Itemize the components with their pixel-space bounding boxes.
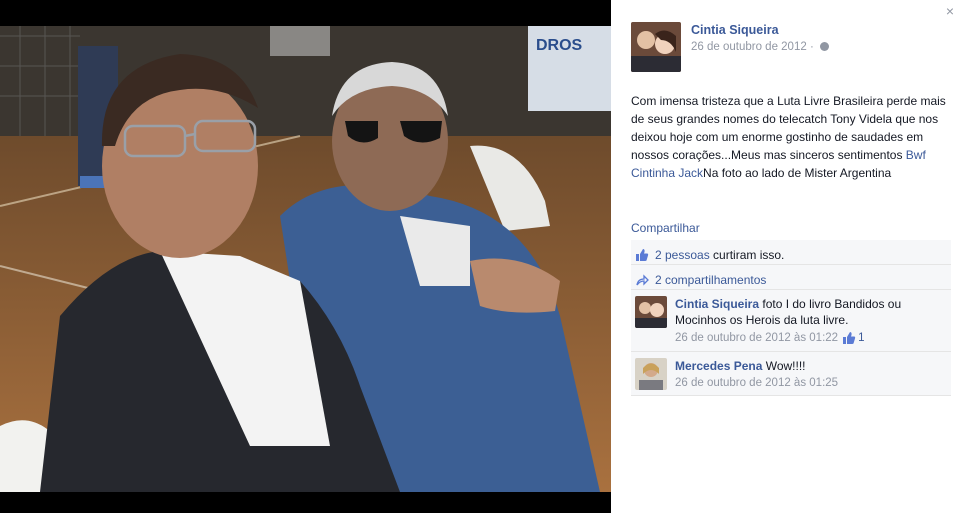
- likes-row: 2 pessoas curtiram isso.: [631, 240, 951, 265]
- thumbs-up-icon: [843, 332, 856, 344]
- comment-author[interactable]: Mercedes Pena: [675, 359, 762, 373]
- post-date[interactable]: 26 de outubro de 2012: [691, 41, 807, 53]
- share-link[interactable]: Compartilhar: [631, 221, 700, 235]
- comment-avatar[interactable]: [635, 296, 667, 328]
- meta-separator: ·: [809, 41, 814, 53]
- comment-avatar[interactable]: [635, 358, 667, 390]
- post-meta: 26 de outubro de 2012 ·: [691, 41, 829, 53]
- comment-likes-count: 1: [858, 332, 865, 344]
- likes-count-link[interactable]: 2 pessoas: [655, 248, 710, 262]
- comment-timestamp[interactable]: 26 de outubro de 2012 às 01:25: [675, 377, 838, 389]
- post-header: Cintia Siqueira 26 de outubro de 2012 ·: [631, 22, 951, 72]
- shares-count-link[interactable]: 2 compartilhamentos: [655, 273, 766, 287]
- post-text-after-tag: Na foto ao lado de Mister Argentina: [703, 166, 892, 180]
- comment-timestamp[interactable]: 26 de outubro de 2012 às 01:22: [675, 332, 838, 344]
- photo-illustration: DROS: [0, 26, 611, 492]
- author-avatar[interactable]: [631, 22, 681, 72]
- globe-icon[interactable]: [820, 42, 829, 51]
- comment-item: Cintia Siqueira foto I do livro Bandidos…: [631, 290, 951, 352]
- comment-author[interactable]: Cintia Siqueira: [675, 297, 759, 311]
- post-photo[interactable]: DROS: [0, 26, 611, 492]
- post-message: Com imensa tristeza que a Luta Livre Bra…: [631, 92, 956, 182]
- thumbs-up-icon: [636, 248, 649, 261]
- banner-text: DROS: [536, 37, 583, 54]
- author-name[interactable]: Cintia Siqueira: [691, 23, 779, 37]
- post-side-panel: × Cintia Siqueira 26 de outubro de 2012 …: [611, 0, 965, 513]
- post-text-before-tag: Com imensa tristeza que a Luta Livre Bra…: [631, 94, 946, 162]
- likes-suffix: curtiram isso.: [709, 247, 785, 262]
- close-icon[interactable]: ×: [943, 4, 957, 18]
- feedback-box: 2 pessoas curtiram isso. 2 compartilhame…: [631, 240, 951, 396]
- shares-row: 2 compartilhamentos: [631, 265, 951, 290]
- share-arrow-icon: [636, 273, 649, 286]
- comment-body: Wow!!!!: [762, 359, 806, 373]
- comment-likes[interactable]: 1: [842, 331, 864, 345]
- comment-item: Mercedes Pena Wow!!!! 26 de outubro de 2…: [631, 352, 951, 396]
- photo-stage: DROS: [0, 0, 611, 513]
